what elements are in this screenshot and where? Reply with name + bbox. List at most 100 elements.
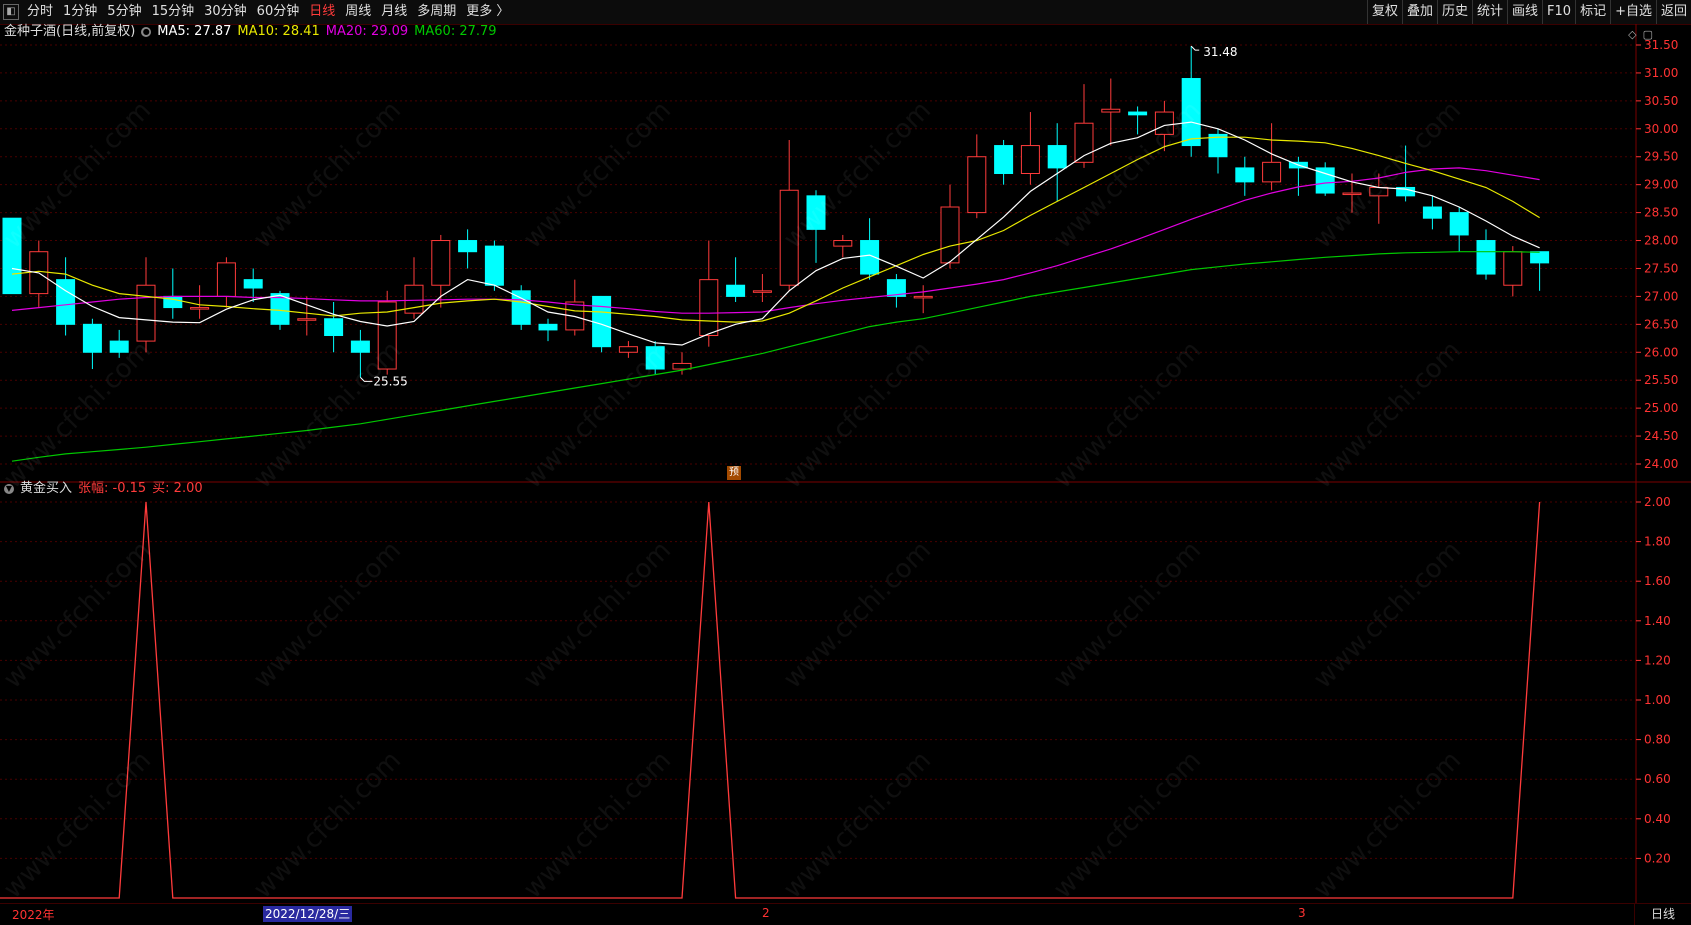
y-tick-label: 27.50 — [1644, 261, 1678, 275]
candle-body — [431, 240, 451, 286]
candle-body — [967, 156, 987, 214]
candle-body — [1074, 122, 1094, 163]
candle-body — [350, 340, 370, 353]
candle-body — [779, 189, 799, 286]
candle-body — [1530, 251, 1550, 264]
collapse-circle-icon[interactable]: ▼ — [4, 484, 14, 494]
candle-body — [672, 362, 692, 370]
forecast-tag: 预 — [727, 466, 741, 480]
year-label: 2022年 — [12, 908, 55, 922]
time-axis: 2022年 2022/12/28/三 2 3 日线 — [0, 903, 1691, 925]
y-tick-label: 1.60 — [1644, 574, 1671, 588]
candle-body — [1503, 251, 1523, 286]
indicator-change: 张幅: -0.15 — [78, 481, 147, 496]
y-tick-label: 25.00 — [1644, 401, 1678, 415]
candle-body — [538, 323, 558, 331]
indicator-title: 黄金买入 — [20, 481, 73, 496]
candle-body — [1262, 161, 1282, 183]
month-label-mar: 3 — [1298, 906, 1306, 920]
ma60-label: MA60: 27.79 — [414, 24, 497, 39]
y-tick-label: 2.00 — [1644, 495, 1671, 509]
candle-body — [324, 318, 344, 337]
kline-chart[interactable]: 31.5031.0030.5030.0029.5029.0028.5028.00… — [0, 0, 1691, 924]
candle-body — [190, 307, 210, 310]
y-tick-label: 0.20 — [1644, 851, 1671, 865]
candle-body — [511, 290, 531, 325]
y-tick-label: 0.40 — [1644, 812, 1671, 826]
candle-body — [1476, 240, 1496, 275]
candle-body — [458, 240, 478, 253]
y-tick-label: 25.50 — [1644, 373, 1678, 387]
candle-body — [913, 295, 933, 299]
stock-title: 金种子酒(日线,前复权) — [4, 24, 136, 39]
candle-body — [806, 195, 826, 230]
y-tick-label: 30.00 — [1644, 122, 1678, 136]
candle-body — [752, 290, 772, 293]
candle-body — [297, 318, 317, 321]
month-label-feb: 2 — [762, 906, 770, 920]
candle-body — [1047, 145, 1067, 169]
candle-body — [243, 279, 263, 289]
y-tick-label: 24.00 — [1644, 457, 1678, 471]
candle-body — [1020, 145, 1040, 174]
panel-controls: ◇ ▢ — [1628, 28, 1653, 41]
y-tick-label: 31.00 — [1644, 66, 1678, 80]
ma60-line — [11, 251, 1540, 462]
diamond-icon[interactable]: ◇ — [1628, 28, 1636, 41]
candle-body — [645, 346, 665, 370]
candle-body — [1101, 108, 1121, 113]
candle-body — [726, 284, 746, 297]
candle-body — [1342, 192, 1362, 196]
y-tick-label: 28.00 — [1644, 234, 1678, 248]
candle-body — [1235, 167, 1255, 183]
y-tick-label: 1.20 — [1644, 653, 1671, 667]
cursor-date-label: 2022/12/28/三 — [263, 906, 353, 922]
y-tick-label: 27.00 — [1644, 289, 1678, 303]
y-tick-label: 26.50 — [1644, 317, 1678, 331]
candle-body — [2, 217, 22, 295]
y-tick-label: 0.60 — [1644, 772, 1671, 786]
candle-body — [1422, 206, 1442, 219]
candle-body — [216, 262, 236, 297]
ma10-line — [11, 136, 1540, 323]
candle-body — [618, 346, 638, 353]
candle-body — [484, 245, 504, 286]
candle-body — [109, 340, 129, 353]
y-tick-label: 0.80 — [1644, 733, 1671, 747]
main-chart-legend: 金种子酒(日线,前复权) ● MA5: 27.87 MA10: 28.41 MA… — [4, 23, 503, 41]
ma5-line — [11, 121, 1540, 346]
candle-body — [1181, 78, 1201, 147]
candle-body — [994, 145, 1014, 174]
settings-circle-icon[interactable]: ● — [141, 27, 152, 37]
candle-body — [136, 284, 156, 342]
y-tick-label: 1.00 — [1644, 693, 1671, 707]
candle-body — [1154, 111, 1174, 135]
y-tick-label: 29.50 — [1644, 150, 1678, 164]
y-tick-label: 30.50 — [1644, 94, 1678, 108]
candle-body — [1449, 212, 1469, 236]
high-label: 31.48 — [1203, 45, 1237, 59]
ma20-label: MA20: 29.09 — [325, 24, 409, 39]
candle-body — [940, 206, 960, 264]
candle-body — [1128, 111, 1148, 116]
candle-body — [699, 279, 719, 337]
y-tick-label: 24.50 — [1644, 429, 1678, 443]
indicator-buy: 买: 2.00 — [152, 481, 203, 496]
indicator-legend: ▼ 黄金买入 张幅: -0.15 买: 2.00 — [4, 480, 209, 498]
high-marker — [1190, 45, 1200, 51]
y-tick-label: 28.50 — [1644, 206, 1678, 220]
y-tick-label: 26.00 — [1644, 345, 1678, 359]
ma10-label: MA10: 28.41 — [237, 24, 320, 39]
window-icon[interactable]: ▢ — [1643, 28, 1653, 41]
y-tick-label: 1.80 — [1644, 535, 1671, 549]
candle-body — [833, 240, 853, 247]
y-tick-label: 1.40 — [1644, 614, 1671, 628]
period-mode-button[interactable]: 日线 — [1634, 904, 1691, 925]
candle-body — [82, 323, 102, 353]
low-label: 25.55 — [373, 374, 407, 388]
y-tick-label: 29.00 — [1644, 178, 1678, 192]
candle-body — [1369, 186, 1389, 197]
candle-body — [592, 295, 612, 348]
ma5-label: MA5: 27.87 — [157, 24, 232, 39]
low-marker — [360, 377, 373, 382]
